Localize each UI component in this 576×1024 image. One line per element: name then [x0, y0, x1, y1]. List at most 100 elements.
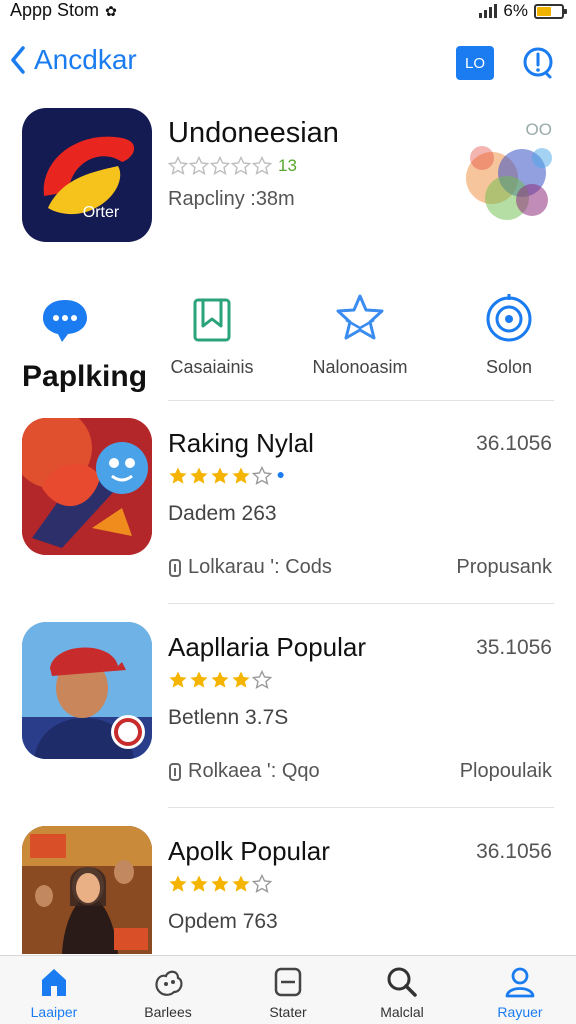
category-bookmark[interactable]: Casaiainis — [157, 292, 267, 378]
star-filled-icon — [232, 875, 250, 892]
star-empty-icon — [252, 874, 272, 894]
star-empty-icon — [252, 670, 272, 690]
star-filled-icon — [190, 671, 208, 688]
status-bar: Appp Stom ✿ 6% — [0, 0, 576, 22]
app-icon[interactable] — [22, 418, 152, 555]
tab-today[interactable]: Laaiper — [4, 964, 104, 1020]
star-filled-icon — [169, 671, 187, 688]
bird-icon: ✿ — [105, 3, 117, 19]
divider — [168, 603, 554, 604]
featured-rating: 13 — [168, 156, 297, 176]
star-filled-icon — [232, 671, 250, 688]
section-title: Paplking — [22, 360, 148, 393]
star-mail-icon — [336, 294, 384, 340]
battery-icon — [534, 3, 567, 19]
featured-app-icon[interactable]: Orter — [22, 108, 152, 242]
apps-icon — [274, 967, 302, 997]
app-rating — [168, 874, 272, 899]
star-filled-icon — [232, 467, 250, 484]
list-item[interactable]: Apolk Popular 36.1056 Opdem 763 — [0, 826, 576, 954]
app-rank: 35.1056 — [476, 636, 552, 659]
rating-stars — [168, 874, 272, 894]
featured-stars — [168, 156, 272, 176]
featured-rating-badge: 13 — [278, 156, 297, 175]
app-tag: Propusank — [456, 556, 552, 578]
clip-icon — [169, 558, 181, 577]
star-filled-icon — [190, 467, 208, 484]
tab-label: Rayuer — [497, 1004, 543, 1020]
category-target[interactable]: Solon — [454, 292, 564, 378]
featured-icon-label: Orter — [82, 204, 120, 221]
category-label: Nalonoasim — [312, 357, 408, 377]
clip-icon — [169, 762, 181, 781]
tab-label: Laaiper — [30, 1004, 78, 1020]
target-icon — [486, 294, 532, 342]
star-filled-icon — [169, 875, 187, 892]
star-empty-icon — [210, 156, 230, 176]
app-meta: Rolkaea ': Qqo — [168, 760, 320, 783]
list-item[interactable]: Raking Nylal 36.1056 ● Dadem 263 Lolkara… — [0, 418, 576, 598]
list-item[interactable]: Aapllaria Popular 35.1056 Betlenn 3.7S R… — [0, 622, 576, 802]
app-subtitle: Dadem 263 — [168, 502, 277, 525]
bookmark-icon — [193, 298, 231, 342]
rating-stars — [168, 466, 272, 486]
rating-stars — [168, 670, 272, 690]
star-filled-icon — [169, 467, 187, 484]
tab-profile[interactable]: Rayuer — [470, 964, 570, 1020]
app-subtitle: Opdem 763 — [168, 910, 278, 933]
star-empty-icon — [231, 156, 251, 176]
app-title: Apolk Popular — [168, 836, 330, 866]
star-filled-icon — [211, 875, 229, 892]
category-label: Solon — [485, 357, 533, 377]
app-meta-label: Lolkarau ': Cods — [188, 556, 332, 578]
app-rank: 36.1056 — [476, 840, 552, 863]
category-label: Casaiainis — [170, 357, 254, 377]
app-subtitle: Betlenn 3.7S — [168, 706, 289, 729]
category-chat[interactable] — [10, 292, 120, 357]
tab-bar: Laaiper Barlees Stater Malclal Rayuer — [0, 955, 576, 1024]
info-icon[interactable] — [520, 44, 556, 80]
star-empty-icon — [252, 466, 272, 486]
battery-percent: 6% — [503, 1, 528, 20]
app-title: Raking Nylal — [168, 428, 314, 458]
app-rating — [168, 670, 272, 695]
back-button[interactable]: Ancdkar — [10, 44, 137, 76]
tab-search[interactable]: Malclal — [352, 964, 452, 1020]
tab-apps[interactable]: Stater — [238, 964, 338, 1020]
movie-poster-icon — [22, 826, 152, 954]
search-icon — [387, 967, 417, 997]
star-empty-icon — [189, 156, 209, 176]
app-meta-label: Rolkaea ': Qqo — [188, 760, 320, 782]
featured-artwork: OO — [452, 118, 562, 238]
character-art-icon — [22, 418, 152, 555]
app-title: Aapllaria Popular — [168, 632, 367, 662]
featured-app-subtitle: Rapcliny :38m — [168, 188, 295, 210]
tab-games[interactable]: Barlees — [118, 964, 218, 1020]
nav-bar: Ancdkar LO — [0, 40, 576, 88]
featured-art-label: OO — [525, 120, 552, 139]
chat-bubble-icon — [43, 300, 87, 342]
person-icon — [505, 967, 535, 998]
app-rating: ● — [168, 466, 285, 491]
star-empty-icon — [252, 156, 272, 176]
games-icon — [155, 970, 183, 996]
featured-app-title[interactable]: Undoneesian — [168, 117, 339, 150]
account-badge-button[interactable]: LO — [456, 46, 494, 80]
tab-label: Barlees — [144, 1004, 192, 1020]
rating-info-icon: ● — [276, 466, 285, 482]
account-badge-label: LO — [464, 54, 485, 72]
star-empty-icon — [168, 156, 188, 176]
chevron-left-icon — [11, 46, 25, 74]
star-filled-icon — [211, 671, 229, 688]
app-icon[interactable] — [22, 826, 152, 954]
category-star-mail[interactable]: Nalonoasim — [305, 292, 415, 378]
portrait-art-icon — [22, 622, 152, 759]
tab-label: Stater — [269, 1004, 307, 1020]
app-rank: 36.1056 — [476, 432, 552, 455]
tab-label: Malclal — [380, 1004, 424, 1020]
app-icon[interactable] — [22, 622, 152, 759]
back-label: Ancdkar — [34, 44, 137, 75]
star-filled-icon — [190, 875, 208, 892]
signal-icon — [479, 4, 498, 18]
home-icon — [42, 969, 66, 996]
